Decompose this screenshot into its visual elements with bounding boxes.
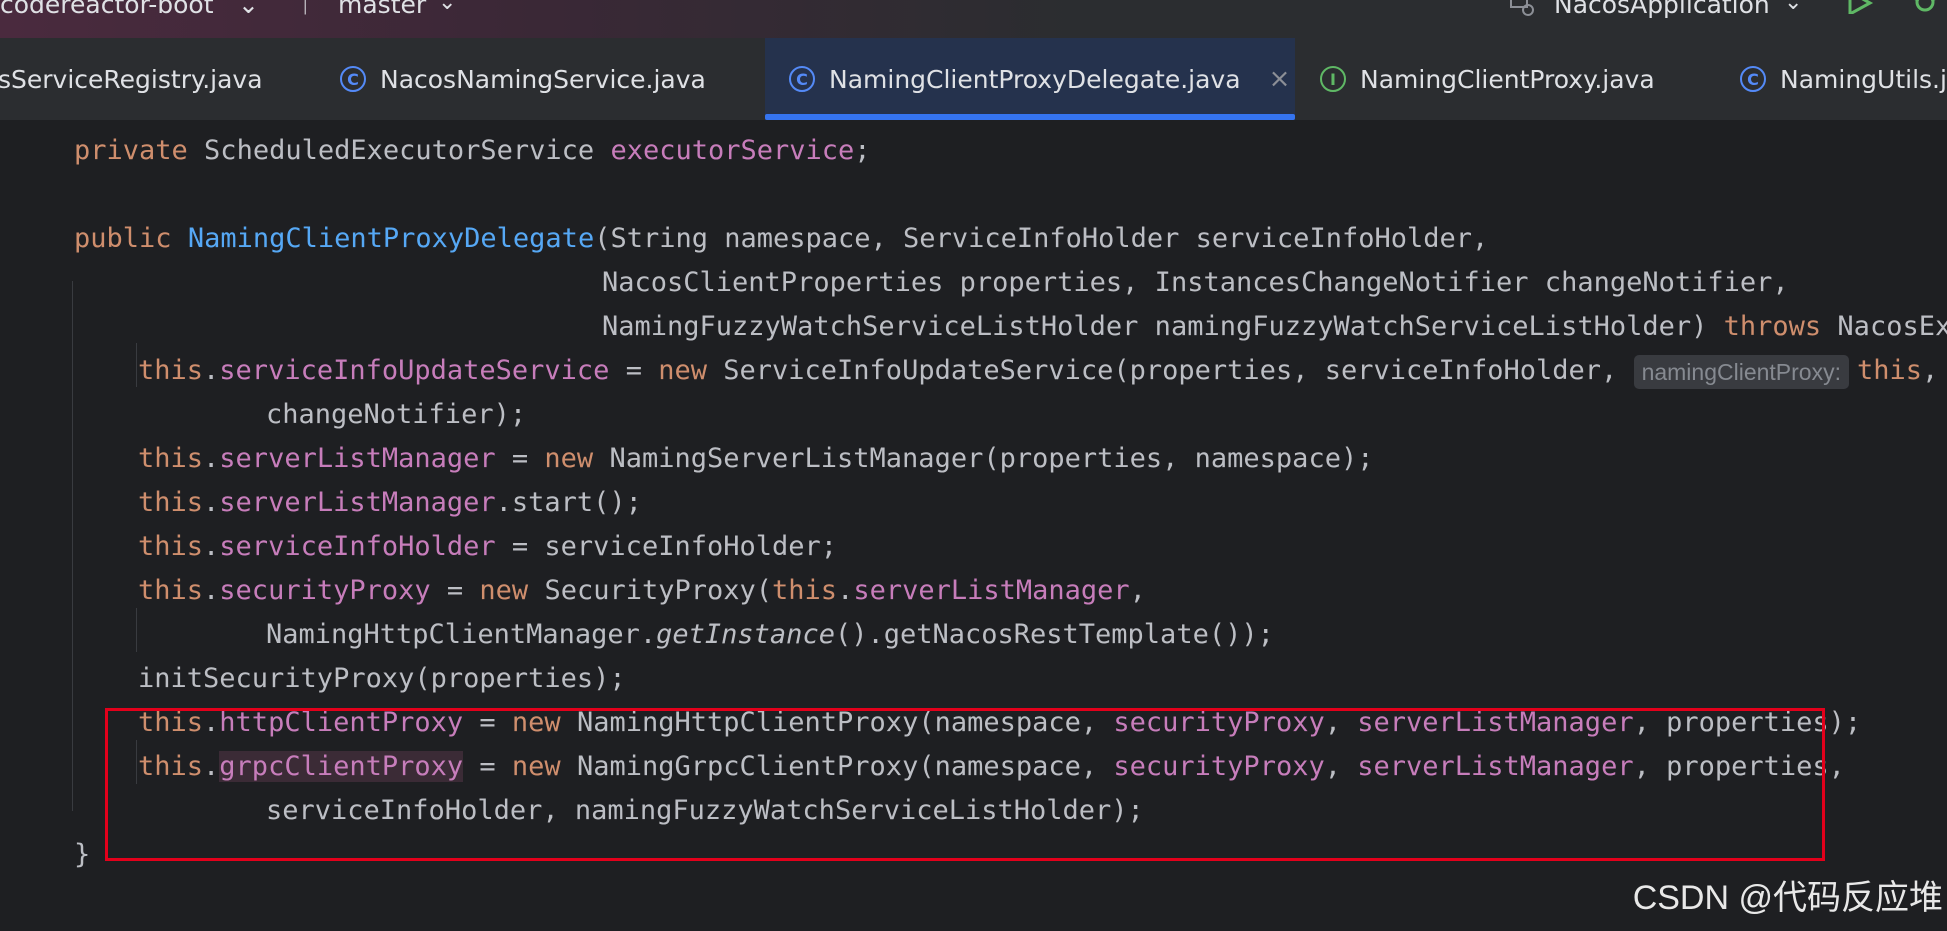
code-line: this.serverListManager = new NamingServe…	[138, 443, 1374, 474]
run-icon[interactable]	[1846, 0, 1874, 14]
code-line: NamingFuzzyWatchServiceListHolder naming…	[602, 311, 1947, 342]
parameter-hint: namingClientProxy:	[1633, 354, 1849, 389]
editor-tab-bar: sServiceRegistry.java C NacosNamingServi…	[0, 38, 1947, 121]
code-line: this.serverListManager.start();	[138, 487, 642, 518]
tab-label: NamingUtils.ja	[1780, 64, 1947, 94]
indent-guide	[136, 608, 137, 652]
code-line: initSecurityProxy(properties);	[138, 663, 626, 694]
tab-label: NamingClientProxy.java	[1360, 64, 1655, 94]
tab-service-registry[interactable]: sServiceRegistry.java	[0, 38, 263, 120]
tab-label: sServiceRegistry.java	[0, 64, 263, 94]
highlight-box	[105, 708, 1825, 861]
watermark: CSDN @代码反应堆	[1632, 879, 1943, 917]
tab-naming-client-proxy[interactable]: I NamingClientProxy.java	[1320, 38, 1655, 120]
class-icon: C	[340, 66, 366, 92]
class-icon: C	[1740, 66, 1766, 92]
tab-label: NacosNamingService.java	[380, 64, 706, 94]
tab-label: NamingClientProxyDelegate.java	[829, 64, 1241, 94]
code-line: this.securityProxy = new SecurityProxy(t…	[138, 575, 1146, 606]
class-icon: C	[789, 66, 815, 92]
branch-icon: ᛘ	[298, 0, 313, 18]
interface-icon: I	[1320, 66, 1346, 92]
code-line: this.serviceInfoUpdateService = new Serv…	[138, 349, 1938, 393]
debug-icon[interactable]	[1910, 0, 1940, 14]
run-config-icon	[1510, 0, 1534, 16]
tab-naming-client-proxy-delegate[interactable]: C NamingClientProxyDelegate.java ×	[765, 38, 1295, 120]
chevron-down-icon[interactable]: ⌄	[438, 0, 456, 15]
run-config-name[interactable]: NacosApplication	[1554, 0, 1770, 19]
chevron-down-icon[interactable]: ⌄	[238, 0, 259, 19]
title-bar: codereactor-boot ⌄ ᛘ master ⌄ NacosAppli…	[0, 0, 1947, 38]
code-line: private ScheduledExecutorService executo…	[74, 135, 871, 166]
tab-naming-utils[interactable]: C NamingUtils.ja	[1740, 38, 1947, 120]
code-line: public NamingClientProxyDelegate(String …	[74, 223, 1489, 254]
code-line: NacosClientProperties properties, Instan…	[602, 267, 1789, 298]
close-icon[interactable]: ×	[1269, 64, 1291, 94]
branch-name[interactable]: master	[338, 0, 426, 19]
code-line: NamingHttpClientManager.getInstance().ge…	[266, 619, 1274, 650]
tab-nacos-naming-service[interactable]: C NacosNamingService.java	[340, 38, 706, 120]
chevron-down-icon[interactable]: ⌄	[1784, 0, 1802, 15]
indent-guide	[136, 343, 137, 387]
code-line: }	[74, 839, 91, 870]
indent-guide	[72, 281, 73, 811]
project-name[interactable]: codereactor-boot	[0, 0, 214, 19]
code-line: this.serviceInfoHolder = serviceInfoHold…	[138, 531, 838, 562]
code-line: changeNotifier);	[266, 399, 527, 430]
